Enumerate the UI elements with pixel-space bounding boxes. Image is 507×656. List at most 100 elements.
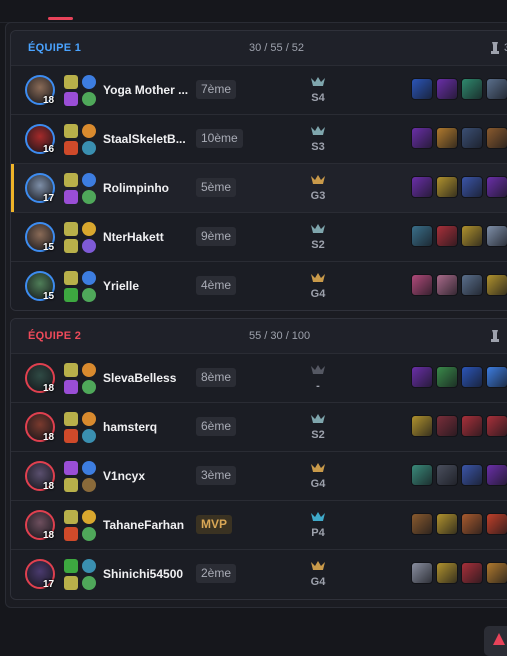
summoner-spell-icon	[64, 510, 78, 524]
summoner-spell-icon	[64, 190, 78, 204]
highlight-marker	[11, 164, 14, 212]
item-icon[interactable]	[486, 225, 507, 247]
item-icon[interactable]	[411, 127, 433, 149]
player-row[interactable]: 15 NterHakett 9ème S2	[11, 212, 507, 261]
player-row[interactable]: 17 Shinichi54500 2ème G4	[11, 549, 507, 598]
rank-label: S2	[311, 239, 325, 251]
active-tab-indicator	[48, 17, 73, 20]
rank-label: -	[316, 380, 320, 392]
item-icon[interactable]	[411, 415, 433, 437]
item-icon[interactable]	[436, 562, 458, 584]
rank-label: S4	[311, 92, 325, 104]
rank-emblem-icon	[311, 561, 325, 570]
item-icon[interactable]	[436, 464, 458, 486]
rune-icon	[82, 363, 96, 377]
summoner-spell-icon	[64, 141, 78, 155]
tower-icon	[491, 330, 499, 342]
team-kda: 55 / 30 / 100	[249, 330, 311, 342]
rank-emblem-icon	[311, 414, 325, 423]
player-row[interactable]: 17 Rolimpinho 5ème G3	[11, 163, 507, 212]
item-icon[interactable]	[436, 415, 458, 437]
item-icon[interactable]	[461, 78, 483, 100]
placement-badge: 3ème	[196, 466, 237, 485]
player-row[interactable]: 18 TahaneFarhan MVP P4	[11, 500, 507, 549]
item-icon[interactable]	[436, 78, 458, 100]
rune-icon	[82, 271, 96, 285]
player-name[interactable]: hamsterq	[103, 420, 157, 434]
corner-logo-badge[interactable]	[484, 626, 507, 656]
champion-level: 18	[43, 530, 55, 541]
player-name[interactable]: Rolimpinho	[103, 181, 169, 195]
summoner-spell-icon	[64, 576, 78, 590]
player-name[interactable]: Yoga Mother ...	[103, 83, 188, 97]
item-icon[interactable]	[411, 225, 433, 247]
player-name[interactable]: StaalSkeletB...	[103, 132, 186, 146]
item-icon[interactable]	[461, 127, 483, 149]
item-icon[interactable]	[436, 225, 458, 247]
placement-badge: 4ème	[196, 276, 237, 295]
item-icon[interactable]	[486, 274, 507, 296]
champion-level: 15	[43, 242, 55, 253]
logo-icon	[493, 633, 505, 645]
rune-icon	[82, 190, 96, 204]
summoner-spell-icon	[64, 222, 78, 236]
player-row[interactable]: 18 V1ncyx 3ème G4	[11, 451, 507, 500]
item-icon[interactable]	[461, 415, 483, 437]
item-icon[interactable]	[411, 464, 433, 486]
item-icon[interactable]	[486, 78, 507, 100]
rune-icon	[82, 173, 96, 187]
item-icon[interactable]	[461, 464, 483, 486]
top-tab-bar	[0, 0, 507, 23]
player-row[interactable]: 18 hamsterq 6ème S2	[11, 402, 507, 451]
item-icon[interactable]	[436, 127, 458, 149]
placement-badge: MVP	[196, 515, 233, 534]
champion-level: 15	[43, 291, 55, 302]
champion-level: 17	[43, 193, 55, 204]
rank-label: P4	[311, 527, 325, 539]
player-name[interactable]: Yrielle	[103, 279, 139, 293]
item-icon[interactable]	[411, 562, 433, 584]
item-icon[interactable]	[436, 176, 458, 198]
item-icon[interactable]	[436, 513, 458, 535]
item-icon[interactable]	[461, 176, 483, 198]
player-name[interactable]: SlevaBelless	[103, 371, 176, 385]
rune-icon	[82, 412, 96, 426]
item-icon[interactable]	[461, 366, 483, 388]
item-icon[interactable]	[461, 562, 483, 584]
item-icon[interactable]	[411, 513, 433, 535]
player-name[interactable]: V1ncyx	[103, 469, 145, 483]
player-name[interactable]: NterHakett	[103, 230, 164, 244]
rune-icon	[82, 239, 96, 253]
player-row[interactable]: 18 SlevaBelless 8ème -	[11, 353, 507, 402]
rune-icon	[82, 75, 96, 89]
item-icon[interactable]	[486, 513, 507, 535]
item-icon[interactable]	[486, 127, 507, 149]
item-icon[interactable]	[411, 366, 433, 388]
item-icon[interactable]	[461, 274, 483, 296]
item-icon[interactable]	[486, 464, 507, 486]
item-icon[interactable]	[486, 415, 507, 437]
rank-emblem-icon	[311, 77, 325, 86]
item-icon[interactable]	[486, 562, 507, 584]
item-icon[interactable]	[411, 274, 433, 296]
player-row[interactable]: 16 StaalSkeletB... 10ème S3	[11, 114, 507, 163]
item-icon[interactable]	[436, 366, 458, 388]
player-row[interactable]: 15 Yrielle 4ème G4	[11, 261, 507, 310]
player-name[interactable]: Shinichi54500	[103, 567, 183, 581]
item-icon[interactable]	[461, 225, 483, 247]
champion-level: 17	[43, 579, 55, 590]
team-name: ÉQUIPE 1	[28, 42, 82, 54]
item-icon[interactable]	[486, 176, 507, 198]
player-name[interactable]: TahaneFarhan	[103, 518, 184, 532]
item-icon[interactable]	[411, 176, 433, 198]
summoner-spell-icon	[64, 380, 78, 394]
item-icon[interactable]	[411, 78, 433, 100]
summoner-spell-icon	[64, 75, 78, 89]
item-icon[interactable]	[436, 274, 458, 296]
item-icon[interactable]	[461, 513, 483, 535]
item-icon[interactable]	[486, 366, 507, 388]
tower-icon	[491, 42, 499, 54]
rune-icon	[82, 510, 96, 524]
placement-badge: 6ème	[196, 417, 237, 436]
player-row[interactable]: 18 Yoga Mother ... 7ème S4	[11, 65, 507, 114]
